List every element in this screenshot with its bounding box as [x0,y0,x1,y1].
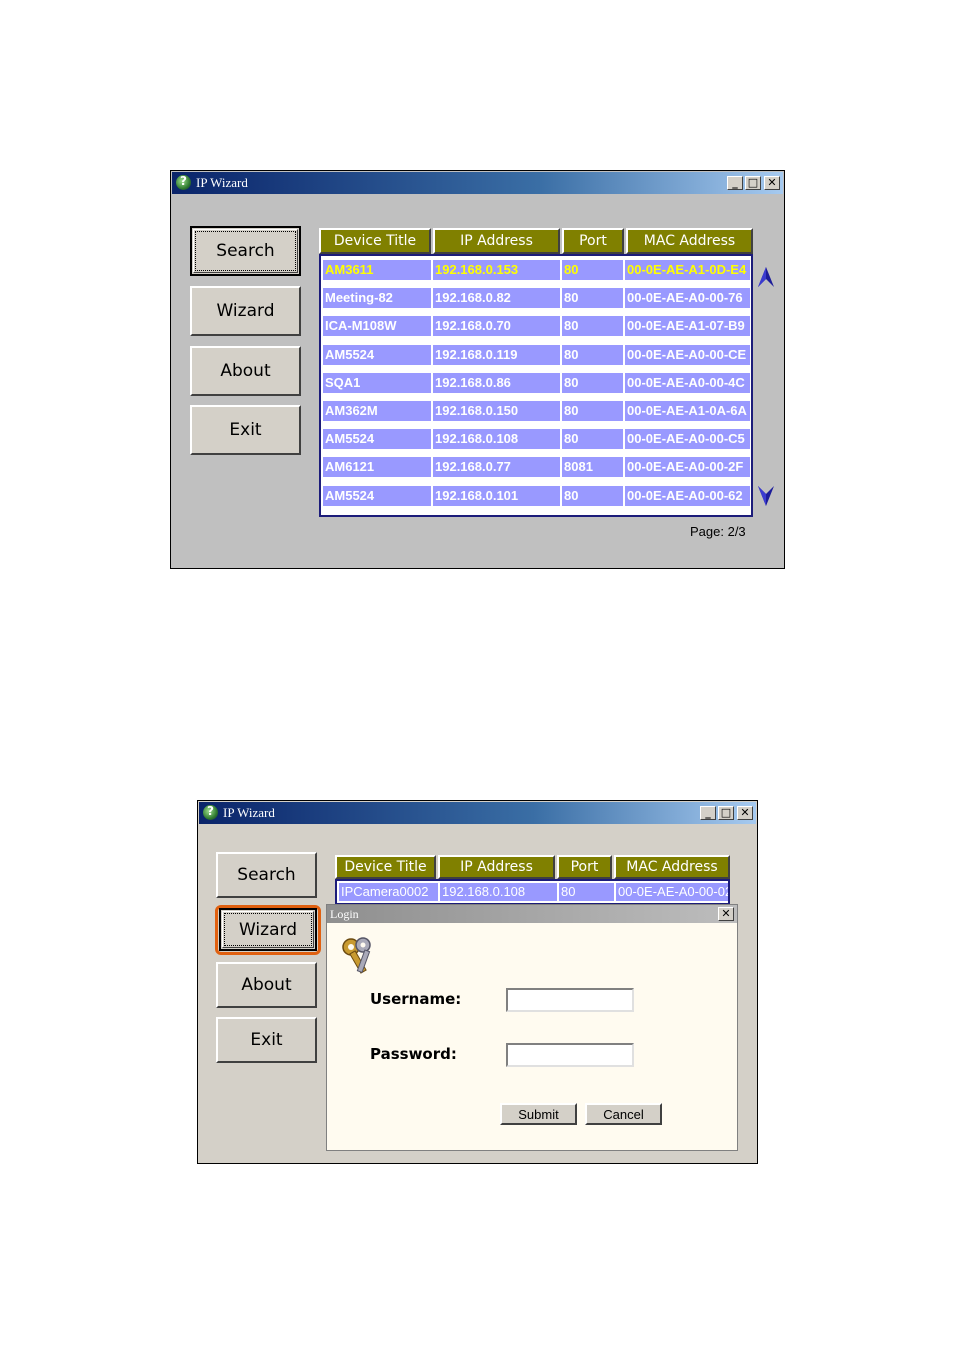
column-header-ip-address[interactable]: IP Address [433,228,560,254]
cell-device-title[interactable]: Meeting-82 [323,288,431,309]
cell-mac-address[interactable]: 00-0E-AE-A1-0D-E4 [625,260,750,280]
wizard-button[interactable]: Wizard [190,286,301,336]
search-button[interactable]: Search [216,852,317,898]
cell-port[interactable]: 80 [562,316,623,337]
cell-device-title[interactable]: SQA1 [323,372,431,393]
cell-ip-address[interactable]: 192.168.0.153 [433,260,560,280]
column-header-port[interactable]: Port [557,855,612,879]
close-icon[interactable]: ✕ [718,907,734,921]
title-bar[interactable]: IP Wizard _ □ ✕ [199,802,756,824]
cell-device-title[interactable]: AM6121 [323,457,431,478]
cell-ip-address[interactable]: 192.168.0.86 [433,372,560,393]
column-header-mac-address[interactable]: MAC Address [626,228,753,254]
cell-port[interactable]: 80 [562,401,623,421]
cell-mac-address[interactable]: 00-0E-AE-A1-07-B9 [625,316,750,337]
login-dialog: Login ✕ Username: Password: Submit Cance… [326,904,738,1151]
cell-ip-address[interactable]: 192.168.0.150 [433,401,560,421]
exit-button[interactable]: Exit [216,1017,317,1063]
minimize-icon[interactable]: _ [700,806,716,820]
cell-ip-address[interactable]: 192.168.0.77 [433,457,560,478]
cell-port[interactable]: 80 [562,260,623,280]
close-icon[interactable]: ✕ [737,806,753,820]
cell-device-title[interactable]: AM5524 [323,344,431,365]
column-header-ip-address[interactable]: IP Address [438,855,555,879]
device-table: AM3611 192.168.0.153 80 00-0E-AE-A1-0D-E4 Me… [319,254,753,517]
cell-mac-address[interactable]: 00-0E-AE-A0-00-2F [625,457,750,478]
cell-mac-address[interactable]: 00-0E-AE-A0-00-62 [625,485,750,506]
password-field[interactable] [506,1043,634,1067]
cell-device-title[interactable]: AM5524 [323,429,431,450]
cell-port[interactable]: 80 [562,429,623,450]
cell-device-title[interactable]: IPCamera0002 [339,883,438,901]
password-label: Password: [370,1045,457,1063]
ip-wizard-app-icon [176,174,191,190]
cell-ip-address[interactable]: 192.168.0.70 [433,316,560,337]
cell-port[interactable]: 80 [562,344,623,365]
column-header-device-title[interactable]: Device Title [319,228,431,254]
ip-wizard-window-2: IP Wizard _ □ ✕ Search Wizard About Exit… [197,800,758,1164]
scroll-down-arrow-icon[interactable] [757,485,775,507]
cell-port[interactable]: 80 [559,883,614,901]
window-title: IP Wizard [223,805,275,820]
maximize-icon[interactable]: □ [745,176,761,190]
cell-mac-address[interactable]: 00-0E-AE-A0-00-C5 [625,429,750,450]
cell-ip-address[interactable]: 192.168.0.101 [433,485,560,506]
about-button[interactable]: About [216,962,317,1008]
cell-port[interactable]: 80 [562,485,623,506]
wizard-button[interactable]: Wizard [219,908,317,951]
login-dialog-title: Login [327,905,737,923]
cell-port[interactable]: 80 [562,288,623,309]
cell-ip-address[interactable]: 192.168.0.119 [433,344,560,365]
device-table: IPCamera0002 192.168.0.108 80 00-0E-AE-A0-0… [335,879,730,905]
username-label: Username: [370,990,462,1008]
cancel-button[interactable]: Cancel [585,1103,662,1125]
cell-mac-address[interactable]: 00-0E-AE-A0-00-4C [625,372,750,393]
submit-button[interactable]: Submit [500,1103,577,1125]
keys-icon [342,937,371,974]
scroll-up-arrow-icon[interactable] [757,266,775,288]
cell-mac-address[interactable]: 00-0E-AE-A1-0A-6A [625,401,750,421]
exit-button[interactable]: Exit [190,405,301,455]
cell-ip-address[interactable]: 192.168.0.82 [433,288,560,309]
cell-port[interactable]: 8081 [562,457,623,478]
cell-ip-address[interactable]: 192.168.0.108 [433,429,560,450]
ip-wizard-app-icon [203,804,218,820]
column-header-mac-address[interactable]: MAC Address [614,855,730,879]
title-bar[interactable]: IP Wizard _ □ ✕ [172,172,783,194]
username-field[interactable] [506,988,634,1012]
about-button[interactable]: About [190,346,301,396]
cell-device-title[interactable]: ICA-M108W [323,316,431,337]
cell-mac-address[interactable]: 00-0E-AE-A0-00-CE [625,344,750,365]
cell-port[interactable]: 80 [562,372,623,393]
search-button[interactable]: Search [190,226,301,276]
login-title-text: Login [330,907,359,921]
maximize-icon[interactable]: □ [718,806,734,820]
cell-mac-address[interactable]: 00-0E-AE-A0-00-02 [616,883,728,901]
column-header-port[interactable]: Port [562,228,624,254]
cell-device-title[interactable]: AM362M [323,401,431,421]
cell-ip-address[interactable]: 192.168.0.108 [440,883,557,901]
cell-device-title[interactable]: AM3611 [323,260,431,280]
column-header-device-title[interactable]: Device Title [335,855,436,879]
close-icon[interactable]: ✕ [764,176,780,190]
cell-device-title[interactable]: AM5524 [323,485,431,506]
cell-mac-address[interactable]: 00-0E-AE-A0-00-76 [625,288,750,309]
page-indicator: Page: 2/3 [690,524,746,539]
ip-wizard-window-1: IP Wizard _ □ ✕ Search Wizard About Exit… [170,170,785,569]
minimize-icon[interactable]: _ [727,176,743,190]
window-title: IP Wizard [196,175,248,190]
